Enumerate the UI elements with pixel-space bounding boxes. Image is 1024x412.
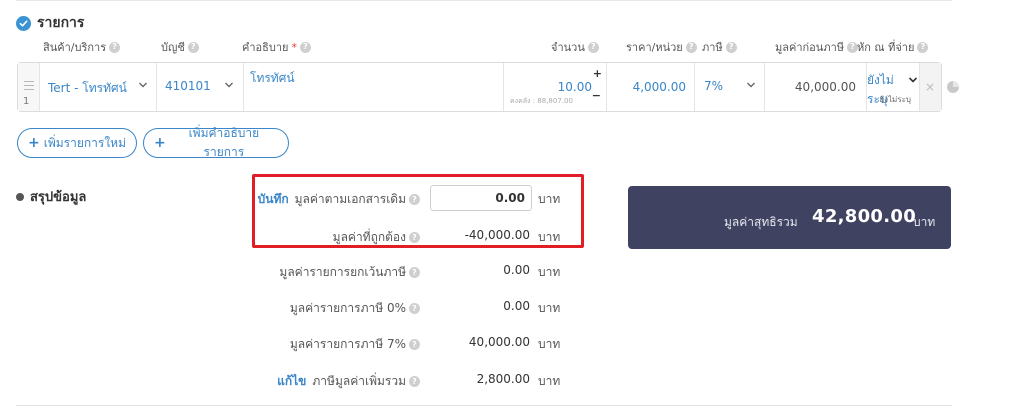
column-header-account: บัญชี? [161,38,199,56]
quantity-value: 10.00 [557,80,592,94]
help-icon[interactable]: ? [725,41,737,53]
items-section-header: รายการ [16,12,84,34]
help-icon[interactable]: ? [187,41,199,53]
decrement-button[interactable]: − [592,89,601,102]
chevron-down-icon [225,82,233,88]
required-mark: * [291,40,297,54]
column-header-pre-tax-amount: มูลค่าก่อนภาษี? [775,38,858,56]
unit-price-input[interactable]: 4,000.00 [607,63,695,111]
increment-button[interactable]: + [593,67,602,80]
column-header-description: คำอธิบาย *? [242,38,311,56]
description-value: โทรทัศน์ [250,71,295,85]
help-icon[interactable]: ? [409,339,420,350]
product-select[interactable]: Tert - โทรทัศน์ [40,63,157,111]
unit-label: บาท [538,265,561,279]
correct-value: -40,000.00 [464,228,530,242]
help-icon[interactable]: ? [409,376,420,387]
unit-label: บาท [538,192,561,206]
top-divider [16,0,952,1]
help-icon[interactable]: ? [917,41,929,53]
unit-label: บาท [538,374,561,388]
summary-section-header: สรุปข้อมูล [16,186,86,207]
withholding-select[interactable]: ยังไม่ระบุ ยังไม่ระบุ [867,63,920,111]
summary-title: สรุปข้อมูล [30,190,87,205]
original-value-input[interactable]: 0.00 [430,185,532,211]
withholding-subtext: ยังไม่ระบุ [879,95,911,104]
net-total-unit: บาท [913,215,936,229]
help-icon[interactable]: ? [409,303,420,314]
stock-note: คงคลัง : 88,807.00 [510,97,573,105]
check-circle-icon [16,15,31,31]
drag-handle[interactable]: 1 [18,63,40,111]
help-icon[interactable]: ? [409,232,420,243]
unit-label: บาท [538,337,561,351]
vat-total-label: แก้ไข ภาษีมูลค่าเพิ่มรวม? [277,372,420,391]
edit-link[interactable]: แก้ไข [277,372,306,391]
plus-icon: + [154,135,166,151]
tax7-value-label: มูลค่ารายการภาษี 7%? [290,335,420,354]
net-total-value: 42,800.00 [812,206,917,227]
unit-price-value: 4,000.00 [632,80,686,94]
add-description-button[interactable]: + เพิ่มคำอธิบายรายการ [143,126,289,159]
net-total-panel: มูลค่าสุทธิรวม 42,800.00 บาท [628,186,951,249]
tax7-value: 40,000.00 [468,335,530,349]
help-icon[interactable]: ? [299,41,311,53]
column-header-product: สินค้า/บริการ? [43,38,121,56]
bottom-divider [16,405,952,406]
vat-total-value: 2,800.00 [476,372,530,386]
help-icon[interactable]: ? [109,41,121,53]
chevron-down-icon [139,82,147,88]
column-header-tax: ภาษี? [702,38,737,56]
pre-tax-amount-field: 40,000.00 [765,63,867,111]
help-icon[interactable]: ? [587,41,599,53]
unit-label: บาท [538,230,561,244]
zero-tax-value-label: มูลค่ารายการภาษี 0%? [290,299,420,318]
close-icon: × [925,80,936,94]
pie-chart-icon[interactable] [946,80,960,94]
plus-icon: + [28,135,40,151]
drag-lines-icon [24,81,34,93]
row-number: 1 [23,96,30,107]
column-header-unit-price: ราคา/หน่วย? [626,38,697,56]
help-icon[interactable]: ? [409,194,420,205]
chevron-down-icon [747,82,755,88]
tax-select[interactable]: 7% [695,63,765,111]
add-item-button[interactable]: + เพิ่มรายการใหม่ [17,128,137,158]
chevron-down-icon [908,77,918,83]
items-section-title: รายการ [37,15,85,31]
original-value: 0.00 [495,191,525,205]
delete-row-button[interactable]: × [920,63,941,111]
help-icon[interactable]: ? [409,267,420,278]
account-value: 410101 [165,79,211,93]
correct-value-label: มูลค่าที่ถูกต้อง? [333,228,420,247]
description-input[interactable]: โทรทัศน์ [244,63,504,111]
net-total-label: มูลค่าสุทธิรวม [724,215,798,229]
column-header-quantity: จำนวน? [551,38,599,56]
unit-label: บาท [538,301,561,315]
original-value-label: บันทึก มูลค่าตามเอกสารเดิม? [258,190,420,209]
quantity-stepper[interactable]: 10.00 คงคลัง : 88,807.00 + − [504,63,607,111]
product-value: Tert - โทรทัศน์ [48,81,127,95]
exempt-value: 0.00 [503,263,530,277]
tax-value: 7% [704,79,724,93]
save-link[interactable]: บันทึก [258,190,289,209]
column-header-withholding: หัก ณ ที่จ่าย? [857,38,929,56]
item-row: 1 Tert - โทรทัศน์ 410101 โทรทัศน์ 10.00 … [17,62,942,112]
account-select[interactable]: 410101 [157,63,244,111]
pre-tax-amount-value: 40,000.00 [794,80,856,94]
help-icon[interactable]: ? [685,41,697,53]
zero-tax-value: 0.00 [503,299,530,313]
exempt-value-label: มูลค่ารายการยกเว้นภาษี? [279,263,420,282]
bullet-dot [16,192,24,201]
